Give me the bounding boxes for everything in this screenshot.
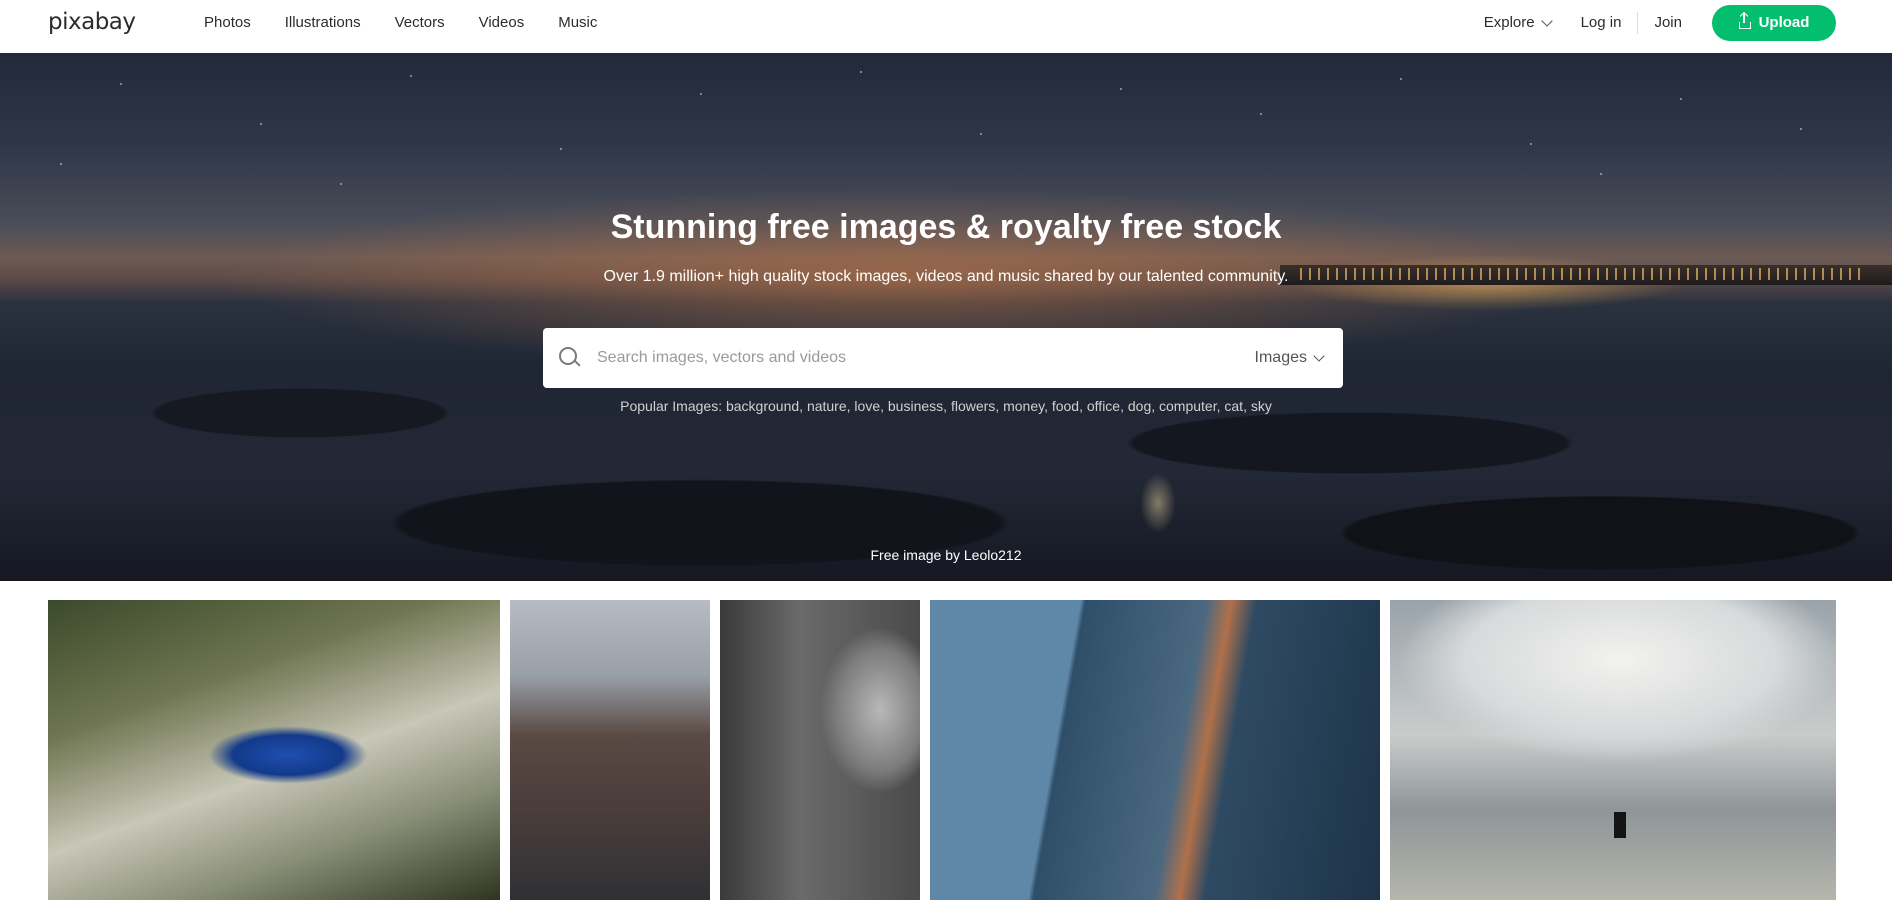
popular-tag[interactable]: sky xyxy=(1251,398,1272,414)
upload-icon xyxy=(1738,13,1751,29)
image-tile-portrait[interactable] xyxy=(720,600,920,900)
search-bar: Images xyxy=(543,328,1343,388)
popular-label: Popular Images: xyxy=(620,398,723,414)
upload-button[interactable]: Upload xyxy=(1712,4,1836,41)
chevron-down-icon xyxy=(1540,14,1553,27)
popular-tag[interactable]: dog xyxy=(1128,398,1151,414)
credit-prefix: Free image by xyxy=(870,547,960,563)
hero-banner-image: Stunning free images & royalty free stoc… xyxy=(0,53,1892,581)
nav-photos[interactable]: Photos xyxy=(204,14,251,31)
sea-tower xyxy=(1614,812,1626,838)
pixabay-logo[interactable]: pixabay xyxy=(48,9,136,35)
popular-tag[interactable]: flowers xyxy=(951,398,995,414)
popular-tag[interactable]: background xyxy=(726,398,799,414)
top-navigation-bar: pixabay Photos Illustrations Vectors Vid… xyxy=(0,0,1892,53)
light-reflection xyxy=(1140,473,1176,533)
popular-tag[interactable]: love xyxy=(854,398,880,414)
media-type-dropdown[interactable]: Images xyxy=(1254,349,1325,367)
image-tile-building[interactable] xyxy=(930,600,1380,900)
popular-tag[interactable]: nature xyxy=(807,398,847,414)
nav-vectors[interactable]: Vectors xyxy=(395,14,445,31)
popular-tag[interactable]: cat xyxy=(1224,398,1243,414)
upload-label: Upload xyxy=(1758,14,1810,31)
nav-videos[interactable]: Videos xyxy=(479,14,525,31)
chevron-down-icon xyxy=(1313,350,1325,362)
explore-label: Explore xyxy=(1483,14,1535,31)
nav-divider xyxy=(1637,11,1639,34)
login-link[interactable]: Log in xyxy=(1581,14,1622,31)
nav-illustrations[interactable]: Illustrations xyxy=(285,14,361,31)
popular-tag[interactable]: money xyxy=(1003,398,1044,414)
nav-music[interactable]: Music xyxy=(558,14,597,31)
popular-tag[interactable]: office xyxy=(1087,398,1120,414)
image-tile-bird[interactable] xyxy=(48,600,500,900)
main-nav: Photos Illustrations Vectors Videos Musi… xyxy=(204,0,631,45)
hero-subtitle: Over 1.9 million+ high quality stock ima… xyxy=(603,268,1289,285)
credit-author-link[interactable]: Leolo212 xyxy=(964,547,1022,563)
media-type-value: Images xyxy=(1254,349,1307,366)
account-nav: Explore Log in Join Upload xyxy=(1484,0,1836,45)
join-link[interactable]: Join xyxy=(1654,14,1682,31)
search-input[interactable] xyxy=(597,328,1255,388)
popular-tag[interactable]: food xyxy=(1052,398,1079,414)
hero-title: Stunning free images & royalty free stoc… xyxy=(610,208,1282,246)
popular-tag[interactable]: computer xyxy=(1159,398,1217,414)
image-credit: Free image by Leolo212 xyxy=(0,547,1892,563)
popular-tag[interactable]: business xyxy=(888,398,943,414)
popular-searches: Popular Images: background, nature, love… xyxy=(620,398,1272,414)
image-tile-sea[interactable] xyxy=(1390,600,1836,900)
search-icon[interactable] xyxy=(559,347,581,369)
explore-menu[interactable]: Explore xyxy=(1483,14,1553,31)
image-tile-street[interactable] xyxy=(510,600,710,900)
